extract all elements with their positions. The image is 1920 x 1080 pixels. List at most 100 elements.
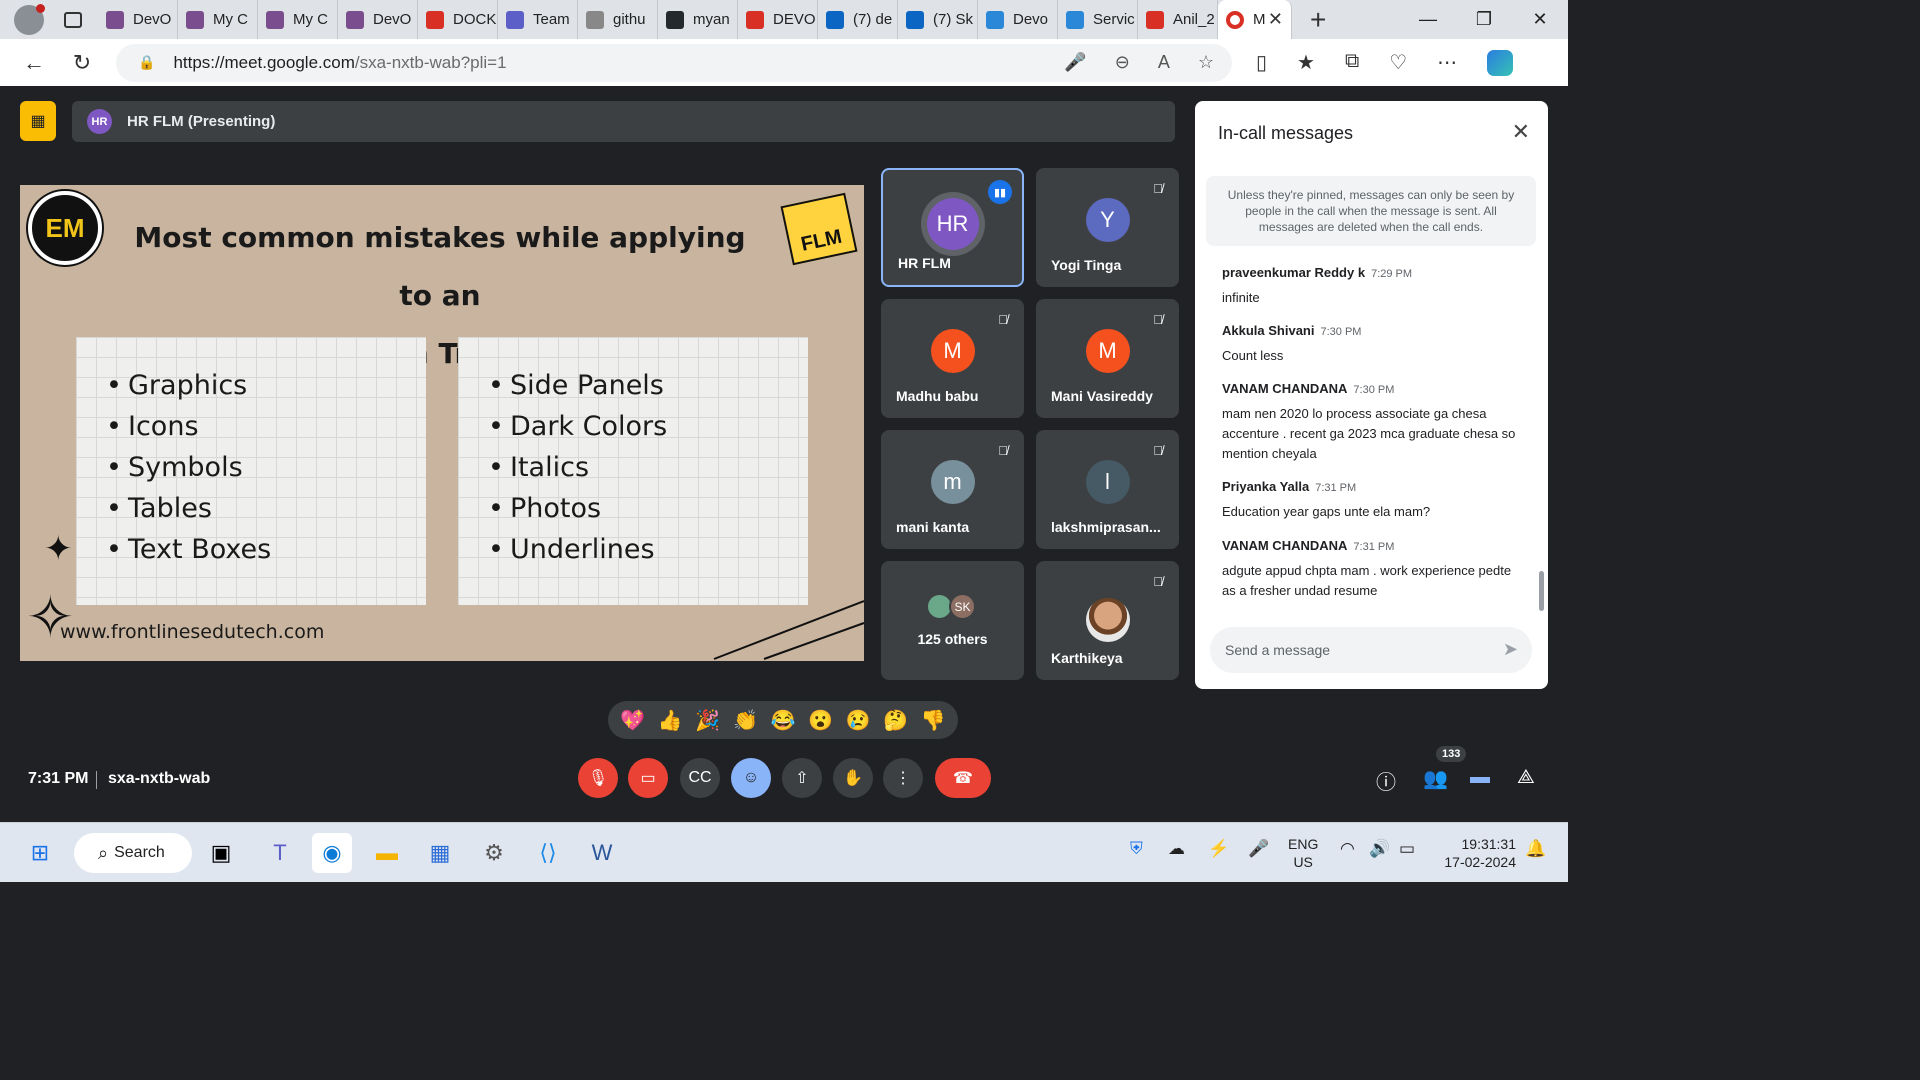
message-time: 7:31 PM [1315, 482, 1357, 494]
profile-avatar[interactable] [14, 3, 45, 35]
reaction-party-icon[interactable]: 🎉 [695, 708, 720, 733]
browser-tab[interactable]: Devo [978, 0, 1058, 39]
address-bar[interactable]: 🔒 https://meet.google.com/sxa-nxtb-wab?p… [116, 43, 1232, 82]
raise-hand-button[interactable]: ✋ [833, 758, 873, 798]
send-icon[interactable]: ➤ [1503, 639, 1518, 660]
task-view-icon[interactable]: ▣ [201, 833, 241, 873]
app-tray-icon[interactable]: ⚡ [1208, 839, 1229, 859]
reaction-surprised-icon[interactable]: 😮 [808, 708, 833, 733]
word-icon[interactable]: W [582, 833, 622, 873]
file-explorer-icon[interactable]: ▬ [367, 833, 407, 873]
scrollbar[interactable] [1539, 571, 1544, 611]
message-text: mam nen 2020 lo process associate ga che… [1222, 406, 1516, 461]
participant-tile[interactable]: 🎙̸ M Madhu babu [881, 299, 1024, 418]
participant-tile[interactable]: 🎙̸ Karthikeya [1036, 561, 1179, 680]
reaction-thumbs-down-icon[interactable]: 👎 [921, 708, 946, 733]
browser-essentials-icon[interactable]: ♡ [1389, 50, 1407, 76]
leave-call-button[interactable]: ☎ [935, 758, 991, 798]
present-screen-button[interactable]: ⇧ [782, 758, 822, 798]
restore-icon[interactable]: ❐ [1456, 9, 1512, 30]
camera-off-button[interactable]: ▭ [628, 758, 668, 798]
mic-off-icon: 🎙̸ [1153, 574, 1163, 589]
workspaces-icon[interactable] [64, 11, 82, 28]
stop-presenting-icon[interactable]: ▦ [20, 101, 56, 141]
reaction-clap-icon[interactable]: 👏 [733, 708, 758, 733]
more-menu-icon[interactable]: ⋯ [1437, 50, 1457, 76]
lock-icon[interactable]: 🔒 [138, 54, 155, 71]
participant-tile[interactable]: 🎙̸ M Mani Vasireddy [1036, 299, 1179, 418]
favorite-star-icon[interactable]: ☆ [1198, 52, 1214, 73]
reaction-thumbs-up-icon[interactable]: 👍 [658, 708, 683, 733]
browser-tab[interactable]: My C [258, 0, 338, 39]
vscode-icon[interactable]: ⟨⟩ [528, 833, 568, 873]
copilot-icon[interactable] [1487, 49, 1514, 76]
browser-tab[interactable]: myan [658, 0, 738, 39]
participant-tile[interactable]: 🎙̸ m mani kanta [881, 430, 1024, 549]
browser-tab[interactable]: My C [178, 0, 258, 39]
browser-tab[interactable]: Anil_2 [1138, 0, 1218, 39]
activities-icon[interactable]: ⟁ [1517, 766, 1535, 789]
taskbar-search[interactable]: ⌕ Search [74, 833, 192, 873]
browser-tab[interactable]: Team [498, 0, 578, 39]
security-icon[interactable]: ⛨ [1130, 839, 1143, 859]
mic-off-button[interactable]: 🎙 [578, 758, 618, 798]
edge-icon[interactable]: ◉ [312, 833, 352, 873]
settings-icon[interactable]: ⚙ [474, 833, 514, 873]
mic-off-icon: 🎙̸ [998, 443, 1008, 458]
captions-button[interactable]: CC [680, 758, 720, 798]
wifi-icon[interactable]: ◠ [1340, 839, 1355, 859]
browser-tab[interactable]: Servic [1058, 0, 1138, 39]
collections-icon[interactable]: ⧉ [1345, 50, 1359, 76]
people-icon[interactable]: 👥 [1423, 766, 1448, 791]
system-clock[interactable]: 19:31:31 17-02-2024 [1438, 835, 1516, 871]
close-window-icon[interactable]: ✕ [1512, 9, 1568, 30]
others-tile[interactable]: SK 125 others [881, 561, 1024, 680]
browser-tab[interactable]: (7) de [818, 0, 898, 39]
avatar: HR [926, 198, 979, 250]
new-tab-button[interactable]: + [1310, 4, 1326, 36]
read-aloud-icon[interactable]: A [1158, 52, 1170, 73]
windows-start-icon[interactable]: ⊞ [20, 833, 60, 873]
browser-tab[interactable]: (7) Sk [898, 0, 978, 39]
browser-tab[interactable]: DevO [98, 0, 178, 39]
close-tab-icon[interactable]: ✕ [1268, 9, 1283, 30]
send-message-input[interactable]: Send a message ➤ [1210, 627, 1532, 673]
reaction-sad-icon[interactable]: 😢 [846, 708, 871, 733]
close-icon[interactable]: ✕ [1512, 119, 1530, 145]
reaction-laugh-icon[interactable]: 😂 [771, 708, 796, 733]
meeting-code: sxa-nxtb-wab [108, 770, 211, 787]
browser-tab[interactable]: DOCK [418, 0, 498, 39]
message-time: 7:31 PM [1353, 541, 1395, 553]
back-icon[interactable]: ← [10, 50, 58, 76]
participant-tile[interactable]: 🎙̸ Y Yogi Tinga [1036, 168, 1179, 287]
avatar: M [930, 329, 975, 373]
onedrive-icon[interactable]: ☁ [1168, 839, 1185, 859]
notification-bell-icon[interactable]: 🔔 [1525, 839, 1546, 859]
meeting-info-icon[interactable]: ⓘ [1376, 766, 1396, 795]
split-screen-icon[interactable]: ▯ [1256, 50, 1267, 76]
battery-icon[interactable]: ▭ [1399, 839, 1415, 859]
more-options-button[interactable]: ⋮ [883, 758, 923, 798]
browser-tab[interactable]: DEVO [738, 0, 818, 39]
message-sender: VANAM CHANDANA [1222, 381, 1348, 396]
participant-tile[interactable]: 🎙̸ l lakshmiprasan... [1036, 430, 1179, 549]
participant-tile[interactable]: ▮▮ HR HR FLM [881, 168, 1024, 287]
reaction-thinking-icon[interactable]: 🤔 [883, 708, 908, 733]
language-indicator[interactable]: ENG US [1288, 835, 1318, 871]
zoom-icon[interactable]: ⊖ [1115, 52, 1130, 73]
store-icon[interactable]: ▦ [420, 833, 460, 873]
browser-tab[interactable]: githu [578, 0, 658, 39]
volume-icon[interactable]: 🔊 [1369, 839, 1390, 859]
tab-list: DevO My C My C DevO DOCK Team githu myan… [98, 0, 1400, 39]
microphone-icon[interactable]: 🎤 [1064, 52, 1086, 73]
microphone-icon[interactable]: 🎤 [1248, 839, 1269, 859]
teams-icon[interactable]: T [260, 833, 300, 873]
refresh-icon[interactable]: ↻ [58, 50, 106, 76]
favorites-icon[interactable]: ★ [1297, 50, 1315, 76]
browser-tab-active[interactable]: M ✕ [1218, 0, 1292, 39]
chat-icon[interactable]: ▬ [1470, 766, 1490, 789]
reaction-heart-icon[interactable]: 💖 [620, 708, 645, 733]
minimize-icon[interactable]: — [1400, 9, 1456, 30]
emoji-reactions-button[interactable]: ☺ [731, 758, 771, 798]
browser-tab[interactable]: DevO [338, 0, 418, 39]
